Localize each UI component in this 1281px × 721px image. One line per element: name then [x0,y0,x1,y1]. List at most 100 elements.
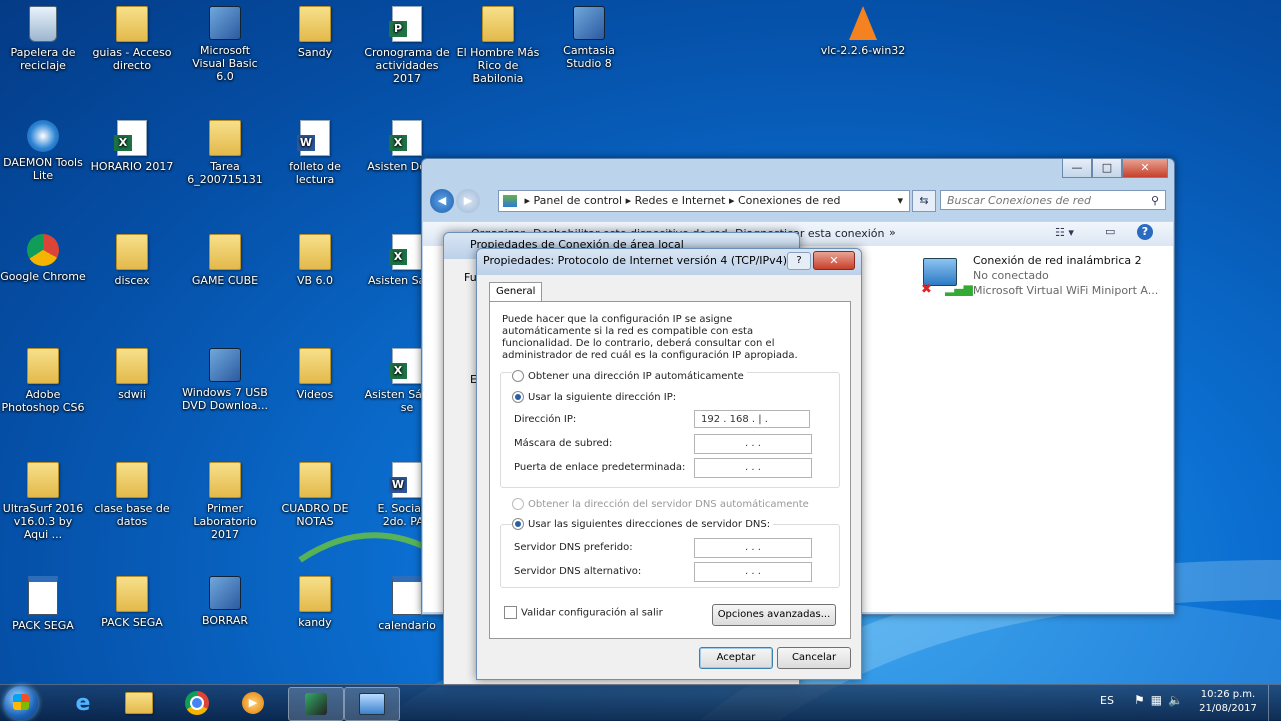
more-button[interactable]: » [889,226,896,239]
maximize-button[interactable]: □ [1092,159,1122,178]
radio-auto-dns-icon [512,498,524,510]
desktop-icon-label: vlc-2.2.6-win32 [820,44,906,57]
desktop-icon[interactable]: DAEMON Tools Lite [0,120,86,182]
desktop-icon[interactable]: BORRAR [182,576,268,627]
ipv4-properties-dialog[interactable]: Propiedades: Protocolo de Internet versi… [476,248,862,680]
dns-preferred-field[interactable]: . . . [694,538,812,558]
search-box[interactable]: Buscar Conexiones de red ⚲ [940,190,1166,210]
taskbar-ie[interactable]: e [56,687,110,719]
subnet-mask-field[interactable]: . . . [694,434,812,454]
desktop-icon[interactable]: X HORARIO 2017 [89,120,175,173]
tray-icons[interactable]: ⚑▦🔈 [1134,693,1189,707]
radio-manual-dns[interactable]: Usar las siguientes direcciones de servi… [512,518,774,530]
desktop-icon[interactable]: GAME CUBE [182,234,268,287]
desktop-icon[interactable]: El Hombre Más Rico de Babilonia [455,6,541,85]
desktop-icon-label: HORARIO 2017 [90,160,174,173]
word-file-icon: W [389,462,422,498]
desktop-icon[interactable]: guias - Acceso directo [89,6,175,72]
cancel-button[interactable]: Cancelar [777,647,851,669]
desktop-icon[interactable]: vlc-2.2.6-win32 [820,6,906,57]
tab-general[interactable]: General [489,282,543,301]
desktop-icon[interactable]: discex [89,234,175,287]
desktop-icon[interactable]: Primer Laboratorio 2017 [182,462,268,541]
start-button[interactable] [4,686,38,720]
project-file-icon: P [389,6,422,42]
close-button[interactable]: ✕ [1122,159,1168,178]
gateway-field[interactable]: . . . [694,458,812,478]
word-file-icon: W [297,120,330,156]
chevron-right-icon: ▸ [728,194,738,207]
show-desktop-button[interactable] [1268,685,1281,721]
desktop-icon[interactable]: kandy [272,576,358,629]
wireless-connection-item[interactable]: ✖ ▂▄▆ Conexión de red inalámbrica 2 No c… [921,254,1171,302]
chevron-down-icon[interactable]: ▾ [897,191,903,211]
taskbar-camtasia[interactable] [288,687,344,721]
ok-button[interactable]: Aceptar [699,647,773,669]
desktop-icon-label: BORRAR [201,614,249,627]
folder-icon [125,692,153,714]
desktop-icon[interactable]: Videos [272,348,358,401]
desktop-icon[interactable]: Camtasia Studio 8 [546,6,632,70]
search-icon: ⚲ [1150,194,1159,207]
dns-alternate-label: Servidor DNS alternativo: [514,566,642,577]
desktop-icon-label: Microsoft Visual Basic 6.0 [192,44,258,83]
internet-explorer-icon: e [75,690,91,716]
camtasia-icon [305,693,327,715]
breadcrumb-1[interactable]: Redes e Internet [635,194,726,207]
desktop-icon-label: guias - Acceso directo [92,46,172,72]
excel-file-icon: X [114,120,147,156]
desktop-icon[interactable]: Adobe Photoshop CS6 [0,348,86,414]
radio-auto-dns[interactable]: Obtener la dirección del servidor DNS au… [512,498,809,510]
desktop-icon[interactable]: Tarea 6_200715131 [182,120,268,186]
desktop-icon-label: Sandy [297,46,333,59]
desktop-icon-label: DAEMON Tools Lite [3,156,83,182]
advanced-options-button[interactable]: Opciones avanzadas... [712,604,836,626]
back-button[interactable]: ◀ [430,189,454,213]
desktop-icon[interactable]: UltraSurf 2016 v16.0.3 by Aqui ... [0,462,86,541]
preview-pane-icon[interactable]: ▭ [1105,225,1115,238]
help-button[interactable]: ? [787,252,811,270]
help-icon[interactable]: ? [1137,224,1153,240]
desktop-icon[interactable]: PACK SEGA [89,576,175,629]
desktop-icon[interactable]: Sandy [272,6,358,59]
taskbar-explorer[interactable] [112,687,166,719]
forward-button[interactable]: ▶ [456,189,480,213]
desktop-icon[interactable]: Windows 7 USB DVD Downloa... [182,348,268,412]
desktop-icon[interactable]: Microsoft Visual Basic 6.0 [182,6,268,83]
desktop-icon[interactable]: Papelera de reciclaje [0,6,86,72]
desktop-icon[interactable]: sdwii [89,348,175,401]
taskbar-network-window[interactable] [344,687,400,721]
desktop-icon[interactable]: VB 6.0 [272,234,358,287]
radio-auto-ip[interactable]: Obtener una dirección IP automáticamente [512,370,747,382]
radio-manual-ip[interactable]: Usar la siguiente dirección IP: [512,391,680,403]
desktop-icon[interactable]: Wfolleto de lectura [272,120,358,186]
visual-basic-icon [209,6,241,40]
control-panel-icon [503,195,517,207]
folder-icon [116,234,148,270]
connection-adapter: Microsoft Virtual WiFi Miniport A... [973,284,1159,297]
usb-tool-icon [209,348,241,382]
dialog-close-button[interactable]: ✕ [813,251,855,270]
minimize-button[interactable]: — [1062,159,1092,178]
clock[interactable]: 10:26 p.m. 21/08/2017 [1196,688,1260,716]
desktop-icon[interactable]: Google Chrome [0,234,86,283]
breadcrumb-0[interactable]: Panel de control [534,194,623,207]
radio-manual-dns-label: Usar las siguientes direcciones de servi… [528,519,771,530]
view-options-icon[interactable]: ☷ ▾ [1055,226,1074,239]
desktop-icon[interactable]: PACK SEGA [0,576,86,632]
search-input[interactable]: Buscar Conexiones de red [947,194,1091,207]
desktop-icon-label: Camtasia Studio 8 [563,44,615,70]
ip-address-field[interactable]: 192 . 168 . | . [694,410,810,428]
desktop-icon[interactable]: clase base de datos [89,462,175,528]
language-indicator[interactable]: ES [1100,694,1114,707]
taskbar-media-player[interactable]: ▶ [226,687,280,719]
address-bar[interactable]: ▸ Panel de control ▸ Redes e Internet ▸ … [498,190,910,212]
taskbar-chrome[interactable] [170,687,224,719]
folder-icon [299,234,331,270]
breadcrumb-2[interactable]: Conexiones de red [738,194,841,207]
validate-checkbox[interactable]: Validar configuración al salir [504,606,663,619]
desktop-icon[interactable]: P Cronograma de actividades 2017 [364,6,450,85]
desktop-icon[interactable]: CUADRO DE NOTAS [272,462,358,528]
dns-alternate-field[interactable]: . . . [694,562,812,582]
refresh-button[interactable]: ⇆ [912,190,936,212]
